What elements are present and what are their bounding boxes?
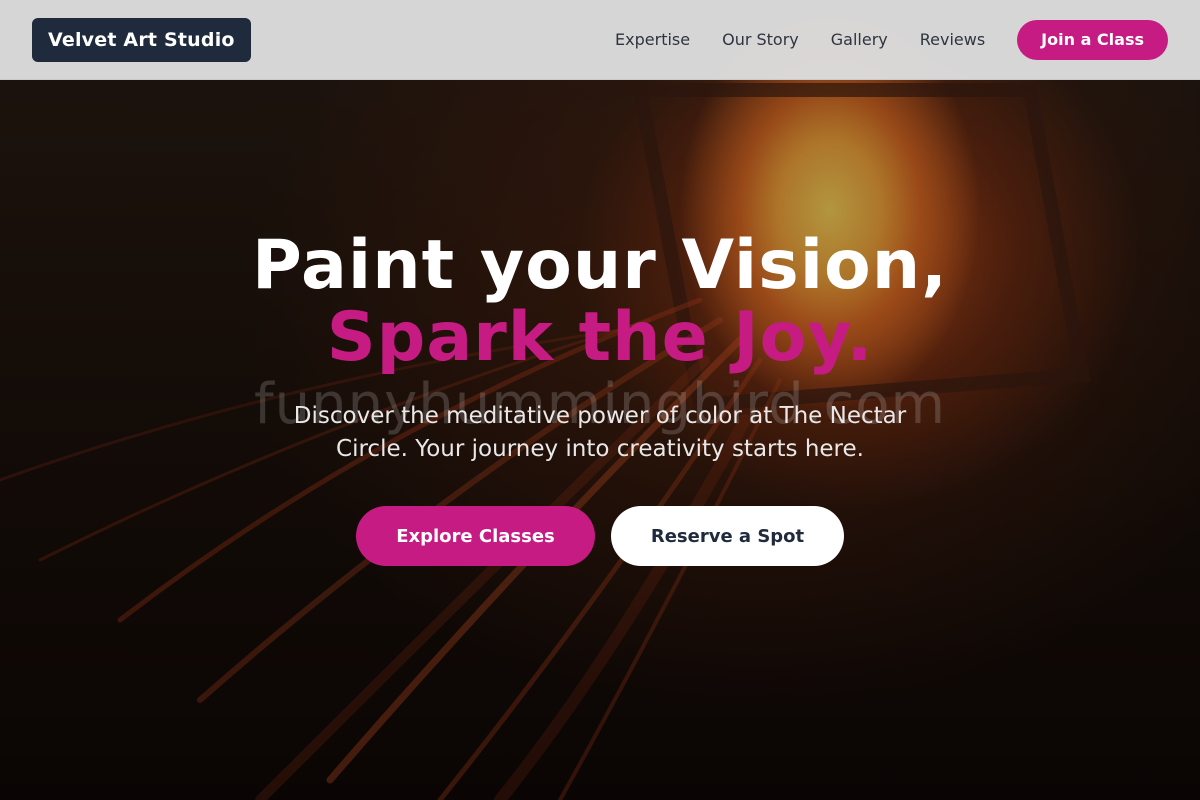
nav-link-reviews[interactable]: Reviews xyxy=(920,30,985,49)
brand-logo[interactable]: Velvet Art Studio xyxy=(32,17,251,62)
explore-classes-button[interactable]: Explore Classes xyxy=(356,506,595,566)
nav-link-gallery[interactable]: Gallery xyxy=(831,30,888,49)
hero-cta-group: Explore Classes Reserve a Spot xyxy=(0,506,1200,566)
hero-title: Paint your Vision, Spark the Joy. xyxy=(0,230,1200,374)
hero-subtitle: Discover the meditative power of color a… xyxy=(293,403,907,462)
reserve-spot-button[interactable]: Reserve a Spot xyxy=(611,506,844,566)
hero-title-line1: Paint your Vision, xyxy=(252,226,948,305)
site-header: Velvet Art Studio Expertise Our Story Ga… xyxy=(0,0,1200,80)
main-nav: Expertise Our Story Gallery Reviews Join… xyxy=(615,19,1168,60)
nav-link-expertise[interactable]: Expertise xyxy=(615,30,690,49)
nav-link-our-story[interactable]: Our Story xyxy=(722,30,799,49)
hero-title-line2: Spark the Joy. xyxy=(326,298,874,377)
hero-section: Paint your Vision, Spark the Joy. xyxy=(0,230,1200,374)
join-class-button[interactable]: Join a Class xyxy=(1017,19,1168,60)
